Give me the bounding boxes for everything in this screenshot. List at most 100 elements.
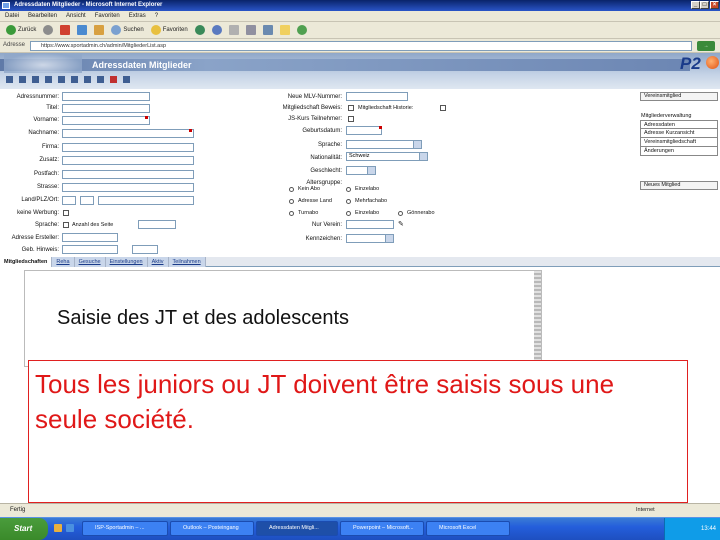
tab-reha[interactable]: Reha [52,257,75,267]
stop-button[interactable] [58,24,72,37]
radio-label-adresse-land: Adresse Land [298,198,332,204]
vereinsmitglied-button[interactable]: Vereinsmitglied [640,92,718,101]
refresh-button[interactable] [75,24,89,37]
adressnummer-input[interactable] [62,92,150,101]
firma-input[interactable] [62,143,194,152]
geburtsdatum-input[interactable] [346,126,382,135]
last-record-icon[interactable] [45,76,52,83]
kennzeichen-select[interactable] [346,234,394,243]
geb-hinweis-input-a[interactable] [62,245,118,254]
media-button[interactable] [193,24,207,37]
vertical-scrollbar[interactable] [534,271,541,366]
new-record-icon[interactable] [58,76,65,83]
label-adressnummer: Adressnummer: [16,94,59,100]
radio-kein-abo[interactable] [289,187,294,192]
history-button[interactable] [210,24,224,37]
next-record-icon[interactable] [32,76,39,83]
sprache-left-input[interactable] [138,220,176,229]
radio-goennerabo[interactable] [398,211,403,216]
panel-item-adressdaten[interactable]: Adressdaten [640,120,718,129]
strasse-input[interactable] [62,183,194,192]
adresse-ersteller-input[interactable] [62,233,118,242]
nur-verein-input[interactable] [346,220,394,229]
window-titlebar: Adressdaten Mitglieder - Microsoft Inter… [0,0,720,11]
home-button[interactable] [92,24,106,37]
tab-einstellungen[interactable]: Einstellungen [105,257,148,267]
label-land-plz-ort: Land/PLZ/Ort: [21,197,59,203]
mail-button[interactable] [227,24,241,37]
search-record-icon[interactable] [84,76,91,83]
keine-werbung-checkbox[interactable] [63,210,69,216]
menu-file[interactable]: Datei [5,11,19,21]
radio-turnabo[interactable] [289,211,294,216]
geb-hinweis-input-b[interactable] [132,245,158,254]
menu-favorites[interactable]: Favoriten [95,11,120,21]
nachname-input[interactable] [62,129,194,138]
task-excel[interactable]: Microsoft Excel [426,521,510,536]
start-button[interactable]: Start [0,518,48,540]
tab-gesuche[interactable]: Gesuche [74,257,106,267]
radio-einzelabo-2[interactable] [346,211,351,216]
go-button[interactable]: → [697,41,715,51]
export-record-icon[interactable] [123,76,130,83]
geschlecht-select[interactable] [346,166,376,175]
task-powerpoint[interactable]: Powerpoint – Microsoft... [340,521,424,536]
js-kurs-checkbox[interactable] [348,116,354,122]
edit-pencil-icon[interactable]: ✎ [398,220,404,228]
titel-input[interactable] [62,104,150,113]
plz-input[interactable] [80,196,94,205]
close-button[interactable]: × [710,1,719,9]
panel-item-vereinsmitgliedschaft[interactable]: Vereinsmitgliedschaft [640,138,718,147]
tab-teilnahmen[interactable]: Teilnahmen [168,257,206,267]
radio-mehrfachabo[interactable] [346,199,351,204]
menu-tools[interactable]: Extras [129,11,146,21]
save-record-icon[interactable] [71,76,78,83]
print-record-icon[interactable] [97,76,104,83]
mitgliedschaft-historie-checkbox[interactable] [440,105,446,111]
menu-help[interactable]: ? [155,11,158,21]
address-input[interactable]: https://www.sportadmin.ch/admin/Mitglied… [30,41,692,51]
forward-button[interactable] [41,24,55,37]
print-button[interactable] [244,24,258,37]
folder-button[interactable] [278,24,292,37]
sprache-select[interactable] [346,140,422,149]
previous-record-icon[interactable] [19,76,26,83]
sprache-checkbox[interactable] [63,222,69,228]
radio-adresse-land[interactable] [289,199,294,204]
neues-mitglied-button[interactable]: Neues Mitglied [640,181,718,190]
tab-mitgliedschaften[interactable]: Mitgliedschaften [0,257,53,267]
messenger-button[interactable] [295,24,309,37]
mitgliedschaft-beweis-checkbox[interactable] [348,105,354,111]
delete-record-icon[interactable] [110,76,117,83]
postfach-input[interactable] [62,170,194,179]
maximize-button[interactable]: □ [700,1,709,9]
label-neue-mlv-nummer: Neue MLV-Nummer: [287,94,342,100]
task-sportadmin[interactable]: ISP-Sportadmin – ... [82,521,168,536]
panel-item-aenderungen[interactable]: Änderungen [640,147,718,156]
panel-item-adresse-kurzansicht[interactable]: Adresse Kurzansicht [640,129,718,138]
tab-aktiv[interactable]: Aktiv [147,257,169,267]
nationalitaet-select[interactable]: Schweiz [346,152,428,161]
back-button[interactable]: Zurück [4,24,38,37]
minimize-button[interactable]: _ [691,1,700,9]
search-button[interactable]: Suchen [109,24,145,37]
folder-icon [279,25,290,35]
neue-mlv-nummer-input[interactable] [346,92,408,101]
edit-button[interactable] [261,24,275,37]
menu-edit[interactable]: Bearbeiten [28,11,57,21]
zusatz-input[interactable] [62,156,194,165]
land-input[interactable] [62,196,76,205]
task-outlook[interactable]: Outlook – Posteingang [170,521,254,536]
first-record-icon[interactable] [6,76,13,83]
favorites-button[interactable]: Favoriten [149,24,190,37]
radio-einzelabo-1[interactable] [346,187,351,192]
vorname-input[interactable] [62,116,150,125]
ort-input[interactable] [98,196,194,205]
radio-label-einzelabo-1: Einzelabo [355,186,380,192]
menu-view[interactable]: Ansicht [66,11,86,21]
quicklaunch-ie-icon[interactable] [54,524,62,532]
detail-tabs: Mitgliedschaften Reha Gesuche Einstellun… [0,257,720,267]
quicklaunch-desktop-icon[interactable] [66,524,74,532]
task-adressdaten[interactable]: Adressdaten Mitgli... [256,521,338,536]
panel-title: Mitgliederverwaltung [641,113,692,119]
